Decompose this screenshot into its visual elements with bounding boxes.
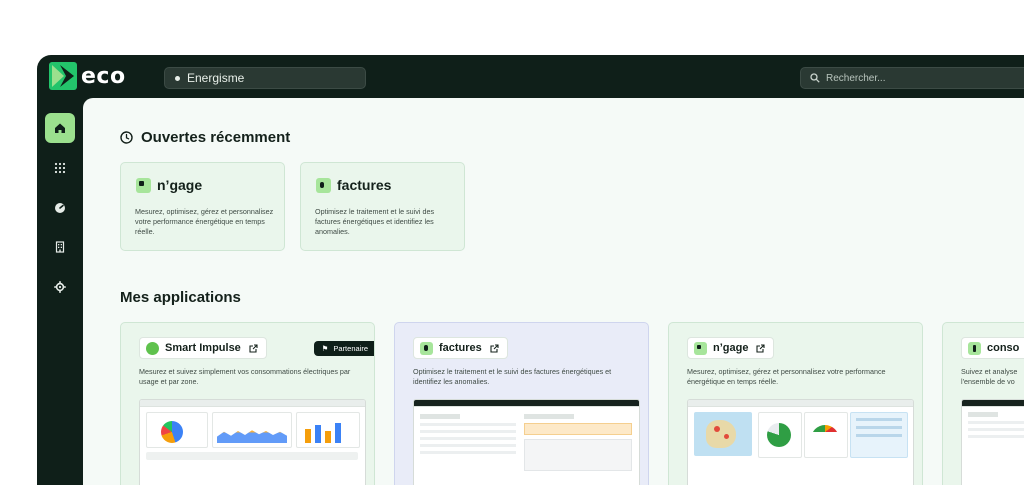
- app-name: eco: [81, 63, 126, 89]
- search-input[interactable]: Rechercher...: [800, 67, 1024, 89]
- partner-badge-label: Partenaire: [333, 344, 368, 353]
- app-preview-image: [961, 399, 1024, 485]
- applications-title-text: Mes applications: [120, 289, 241, 306]
- app-card-ngage[interactable]: n’gage Mesurez, optimisez, gérez et pers…: [668, 322, 923, 485]
- recent-title-text: Ouvertes récemment: [141, 129, 291, 146]
- ngage-icon: [694, 341, 707, 355]
- flag-icon: ⚑: [321, 344, 329, 353]
- workspace-status-dot: [175, 75, 180, 81]
- building-icon: [55, 241, 65, 253]
- app-card-title: conso: [987, 342, 1020, 354]
- gear-icon: [54, 281, 66, 293]
- app-card-smart-impulse[interactable]: Smart Impulse ⚑ Partenaire Mesurez et su…: [120, 322, 375, 485]
- app-link-ngage[interactable]: n’gage: [687, 337, 775, 359]
- app-card-description: Mesurez et suivez simplement vos consomm…: [139, 367, 351, 386]
- app-card-description: Suivez et analyse l'ensemble de vo: [961, 367, 1018, 386]
- factures-icon: [420, 341, 433, 355]
- apps-grid-icon: [54, 162, 66, 174]
- clock-icon: [120, 131, 133, 144]
- smart-impulse-icon: [146, 341, 159, 355]
- sidebar-item-monitoring[interactable]: [45, 193, 75, 223]
- conso-icon: [968, 341, 981, 355]
- app-link-conso[interactable]: conso: [961, 337, 1024, 359]
- app-card-conso[interactable]: conso Suivez et analyse l'ensemble de vo: [942, 322, 1024, 485]
- app-link-factures[interactable]: factures: [413, 337, 508, 359]
- search-icon: [810, 73, 820, 83]
- external-link-icon: [249, 343, 258, 353]
- recent-card-ngage[interactable]: n’gage Mesurez, optimisez, gérez et pers…: [120, 162, 285, 251]
- app-preview-image: [687, 399, 914, 485]
- home-icon: [55, 123, 65, 133]
- recent-card-description: Mesurez, optimisez, gérez et personnalis…: [135, 207, 274, 236]
- app-card-title: factures: [439, 342, 482, 354]
- main-content: Ouvertes récemment n’gage Mesurez, optim…: [83, 98, 1024, 485]
- factures-brand: factures: [316, 177, 391, 193]
- gauge-icon: [55, 203, 65, 213]
- sidebar-item-home[interactable]: [45, 113, 75, 143]
- app-card-title: n’gage: [713, 342, 749, 354]
- recent-card-factures[interactable]: factures Optimisez le traitement et le s…: [300, 162, 465, 251]
- app-preview-image: [139, 399, 366, 485]
- app-window: eco Energisme Rechercher... Ouvertes réc…: [37, 55, 1024, 485]
- workspace-selector[interactable]: Energisme: [164, 67, 366, 89]
- recent-section-title: Ouvertes récemment: [120, 129, 290, 146]
- sidebar-item-apps[interactable]: [45, 153, 75, 183]
- app-card-description: Optimisez le traitement et le suivi des …: [413, 367, 612, 386]
- app-card-factures[interactable]: factures Optimisez le traitement et le s…: [394, 322, 649, 485]
- eco-logo-mark-icon: [49, 62, 77, 90]
- recent-card-description: Optimisez le traitement et le suivi des …: [315, 207, 435, 236]
- recent-card-title: factures: [337, 177, 392, 193]
- partner-badge: ⚑ Partenaire: [313, 341, 374, 356]
- top-bar: eco Energisme Rechercher...: [37, 55, 1024, 98]
- app-card-description: Mesurez, optimisez, gérez et personnalis…: [687, 367, 886, 386]
- applications-section-title: Mes applications: [120, 289, 241, 306]
- sidebar-item-settings[interactable]: [45, 272, 75, 302]
- factures-icon: [316, 177, 331, 193]
- external-link-icon: [756, 343, 766, 353]
- app-preview-image: [413, 399, 640, 485]
- workspace-name: Energisme: [187, 71, 245, 85]
- app-card-title: Smart Impulse: [165, 342, 241, 354]
- search-placeholder: Rechercher...: [826, 72, 886, 84]
- external-link-icon: [490, 343, 499, 353]
- ngage-icon: [136, 177, 151, 193]
- eco-logo[interactable]: eco: [49, 62, 126, 90]
- sidebar-item-buildings[interactable]: [45, 232, 75, 262]
- recent-card-title: n’gage: [157, 177, 203, 193]
- sidebar: [37, 98, 83, 485]
- ngage-brand: n’gage: [136, 177, 202, 193]
- app-link-smart-impulse[interactable]: Smart Impulse: [139, 337, 267, 359]
